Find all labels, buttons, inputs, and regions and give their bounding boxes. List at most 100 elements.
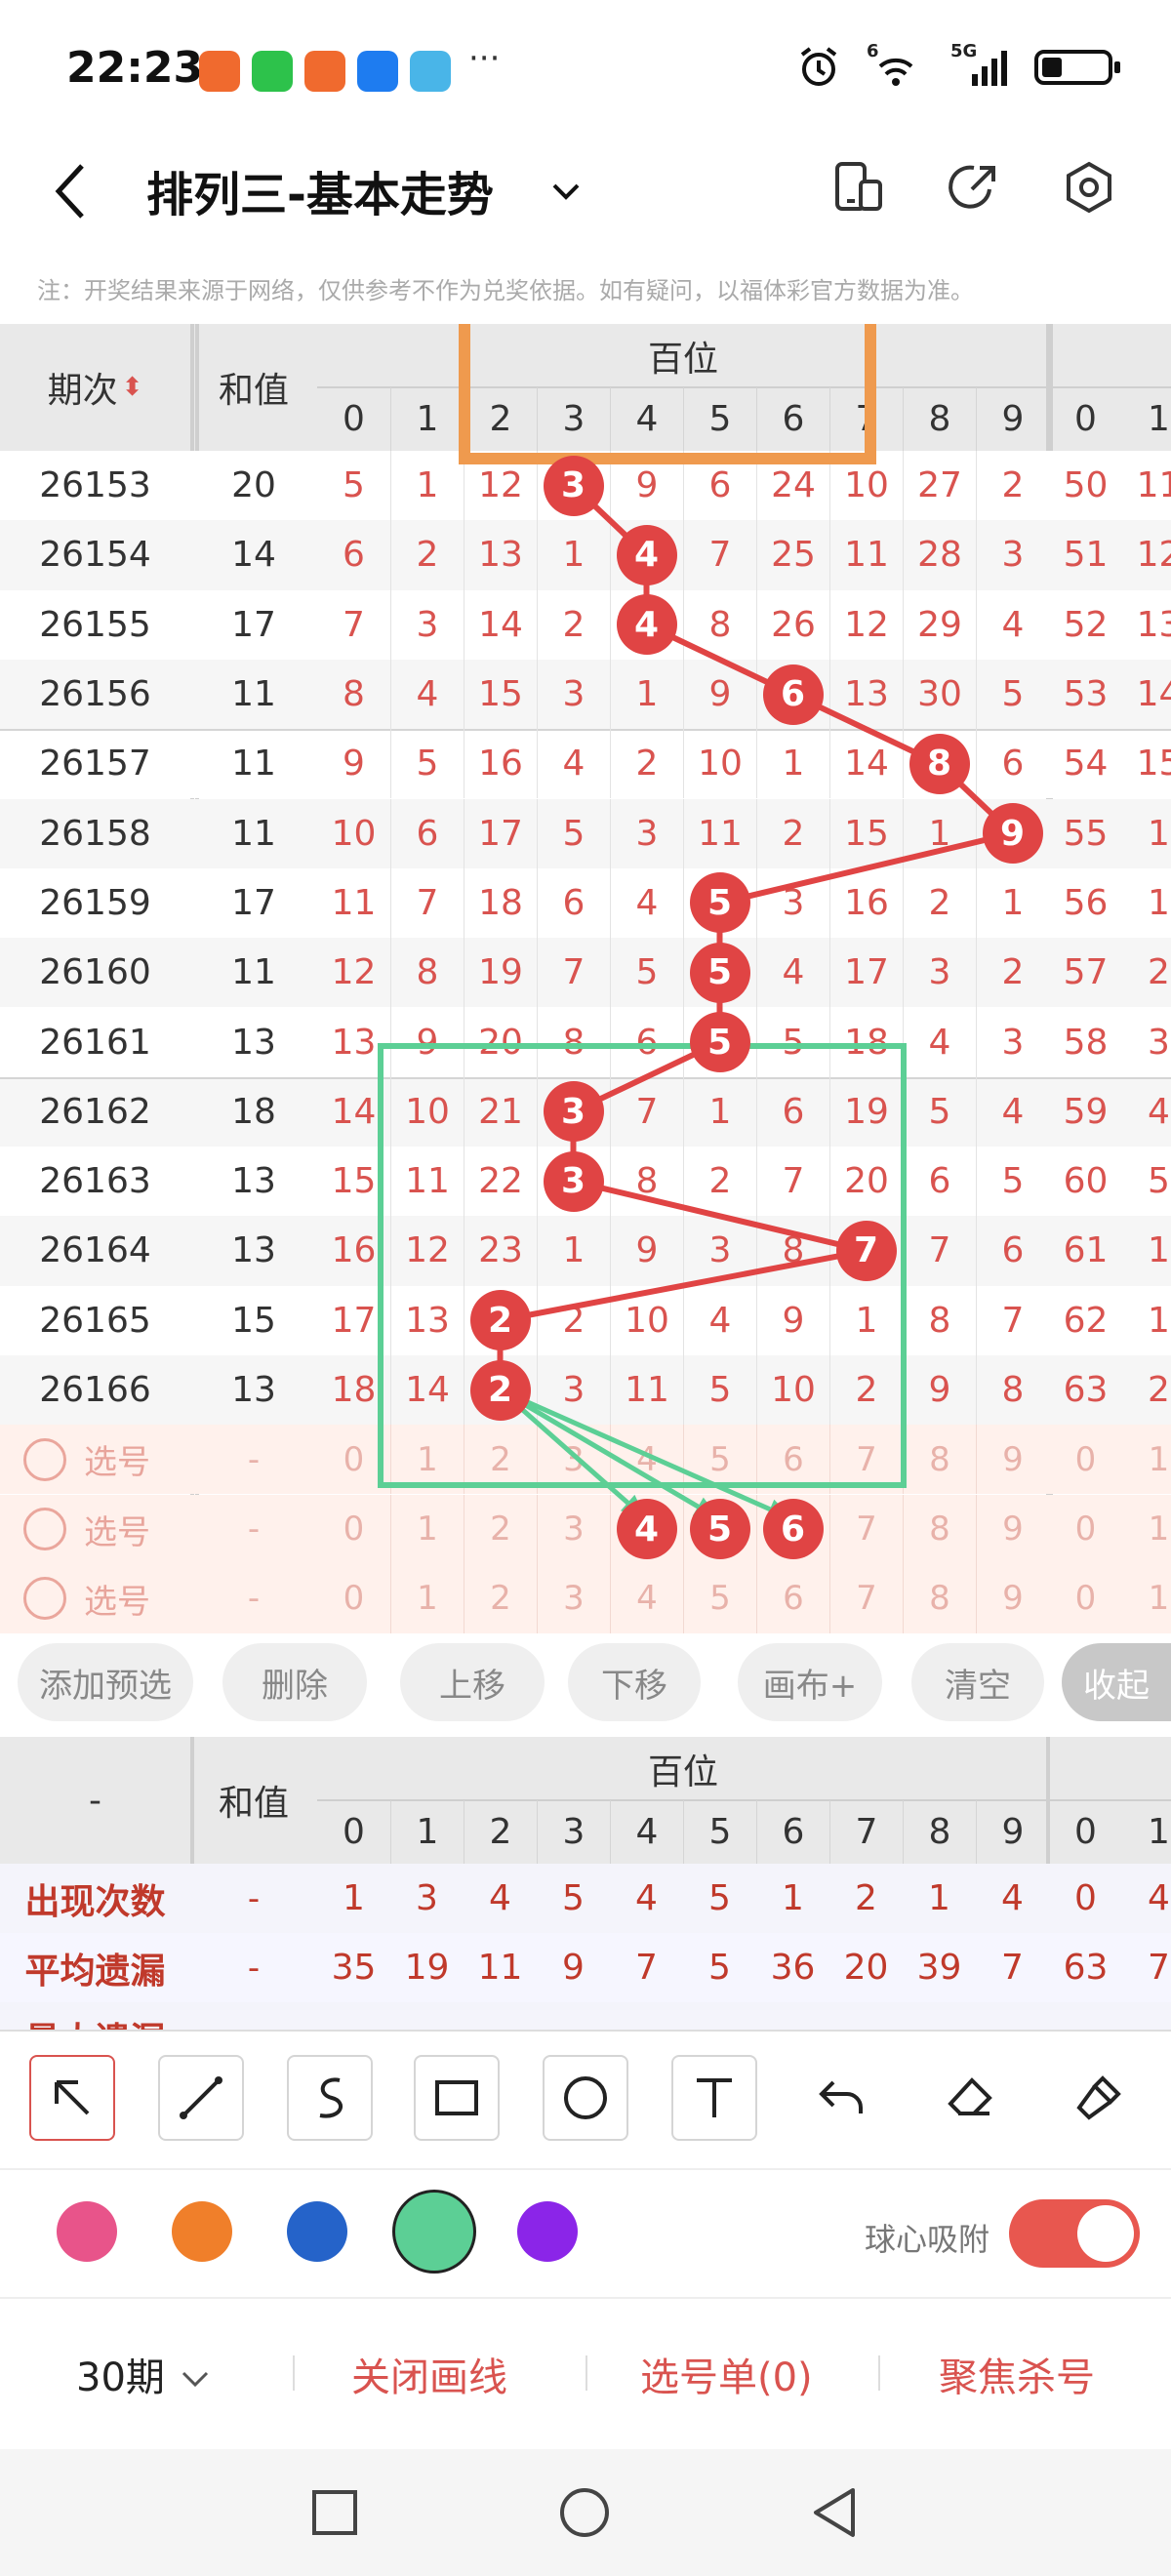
- settings-icon[interactable]: [1058, 156, 1120, 219]
- trend-ball[interactable]: 4: [616, 594, 677, 656]
- stats-cell: [903, 2002, 976, 2030]
- rect-tool-icon: [435, 2080, 478, 2115]
- trend-ball[interactable]: 7: [835, 1220, 897, 1281]
- action-button[interactable]: 下移: [568, 1643, 701, 1721]
- trend-ball[interactable]: 9: [982, 803, 1043, 865]
- color-swatch[interactable]: [57, 2201, 117, 2262]
- trend-ball[interactable]: 6: [762, 664, 824, 725]
- brush-button[interactable]: [1056, 2055, 1142, 2141]
- selected-ball[interactable]: 5: [689, 1499, 750, 1560]
- close-draw-button[interactable]: 关闭画线: [351, 2346, 507, 2402]
- chevron-down-icon[interactable]: [546, 172, 586, 211]
- snap-toggle[interactable]: [1009, 2199, 1140, 2268]
- trend-overlay: [378, 324, 1015, 1522]
- digit-header: 4: [610, 1800, 683, 1864]
- page-title[interactable]: 排列三-基本走势: [146, 156, 494, 224]
- line-tool-button[interactable]: [158, 2055, 244, 2141]
- digit-header-next: 0: [1074, 1812, 1097, 1852]
- trend-ball[interactable]: 5: [689, 1012, 750, 1073]
- back-arrow-icon[interactable]: [51, 160, 90, 222]
- action-button[interactable]: 添加预选: [18, 1643, 193, 1721]
- stats-cell: 4: [635, 1878, 658, 1918]
- undo-button[interactable]: [800, 2055, 886, 2141]
- stats-cell: [756, 2002, 829, 2030]
- pick-list-button[interactable]: 选号单(0): [640, 2346, 813, 2402]
- toggle-knob: [1077, 2205, 1134, 2262]
- color-swatch[interactable]: [392, 2190, 476, 2274]
- stats-col-first: -: [89, 1780, 101, 1821]
- action-button[interactable]: 画布+: [738, 1643, 882, 1721]
- green-arrow[interactable]: [499, 1388, 721, 1522]
- action-button[interactable]: 上移: [400, 1643, 545, 1721]
- trend-ball[interactable]: 3: [543, 455, 604, 516]
- stats-cell: 1: [928, 1878, 950, 1918]
- period-select[interactable]: 30期: [76, 2346, 213, 2402]
- selected-ball[interactable]: 4: [616, 1499, 677, 1560]
- trend-line: [572, 1178, 868, 1254]
- color-swatch[interactable]: [287, 2201, 347, 2262]
- arrow-tool-button[interactable]: [29, 2055, 115, 2141]
- stats-cell: 3: [416, 1878, 438, 1918]
- battery-icon: [1034, 50, 1120, 85]
- trend-ball[interactable]: 3: [543, 1150, 604, 1212]
- curve-tool-icon: [319, 2077, 343, 2118]
- text-tool-button[interactable]: [671, 2055, 757, 2141]
- trend-ball[interactable]: 2: [469, 1359, 531, 1421]
- wifi-icon: 6: [867, 41, 925, 90]
- snap-label: 球心吸附: [865, 2221, 990, 2258]
- color-palette: 球心吸附: [0, 2168, 1171, 2295]
- trend-ball[interactable]: 2: [469, 1290, 531, 1351]
- trend-ball[interactable]: 8: [909, 733, 970, 794]
- share-icon[interactable]: [943, 156, 1005, 219]
- stats-cell: 39: [916, 1948, 962, 1988]
- system-navbar: [0, 2449, 1171, 2576]
- selected-ball[interactable]: 6: [762, 1499, 824, 1560]
- digit-header: 5: [683, 1800, 756, 1864]
- text-tool-icon: [697, 2078, 732, 2117]
- stats-col-sum: 和值: [218, 1784, 289, 1824]
- action-button[interactable]: 清空: [911, 1643, 1044, 1721]
- stats-cell-next: 4: [1148, 1878, 1170, 1918]
- stats-row-sum: -: [247, 1878, 261, 1918]
- stats-cell: 4: [1001, 1878, 1024, 1918]
- arrow-tool-icon: [55, 2080, 90, 2115]
- trend-ball[interactable]: 3: [543, 1081, 604, 1143]
- trend-ball[interactable]: 5: [689, 942, 750, 1003]
- rect-tool-button[interactable]: [414, 2055, 500, 2141]
- action-buttons: 添加预选 删除 上移 下移 画布+ 清空 收起: [0, 1635, 1171, 1729]
- divider: [293, 2355, 295, 2391]
- book-icon: [410, 51, 451, 92]
- recent-apps-icon[interactable]: [310, 2488, 359, 2537]
- color-swatch[interactable]: [517, 2201, 578, 2262]
- stats-cell: 4: [489, 1878, 511, 1918]
- eraser-button[interactable]: [927, 2055, 1013, 2141]
- back-icon[interactable]: [810, 2486, 859, 2539]
- stats-cell: 1: [343, 1878, 365, 1918]
- stats-cell: 7: [1001, 1948, 1024, 1988]
- trend-ball[interactable]: 5: [689, 872, 750, 934]
- orange-annotation-rect[interactable]: [459, 324, 876, 464]
- focus-kill-button[interactable]: 聚焦杀号: [939, 2346, 1095, 2402]
- color-swatch[interactable]: [172, 2201, 232, 2262]
- signal-label: 6: [867, 41, 879, 61]
- digit-header: 9: [976, 1800, 1049, 1864]
- stats-cell: [683, 2002, 756, 2030]
- digit-header: 8: [903, 1800, 976, 1864]
- home-icon[interactable]: [558, 2486, 611, 2539]
- stats-cell: 19: [404, 1948, 450, 1988]
- eraser-icon: [948, 2077, 992, 2115]
- stats-cell: 35: [331, 1948, 377, 1988]
- action-button[interactable]: 删除: [222, 1643, 367, 1721]
- phone-icon[interactable]: [828, 156, 890, 219]
- stats-cell: 9: [562, 1948, 585, 1988]
- stats-cell: 36: [770, 1948, 816, 1988]
- circle-tool-button[interactable]: [543, 2055, 628, 2141]
- green-annotation-rect[interactable]: [378, 1043, 907, 1488]
- trend-table: 期次 ⬍ 和值 百位 0 1 2 3 4 5 6 7 8 9 0 1 26153 20 5 1 12 9 6 24 10 27 2 5…: [0, 324, 1171, 1634]
- stats-cell: [317, 2002, 390, 2030]
- chevron-down-icon: [182, 2371, 208, 2388]
- status-time: 22:23: [66, 43, 204, 93]
- trend-ball[interactable]: 4: [616, 524, 677, 585]
- curve-tool-button[interactable]: [287, 2055, 373, 2141]
- action-button[interactable]: 收起: [1062, 1643, 1171, 1721]
